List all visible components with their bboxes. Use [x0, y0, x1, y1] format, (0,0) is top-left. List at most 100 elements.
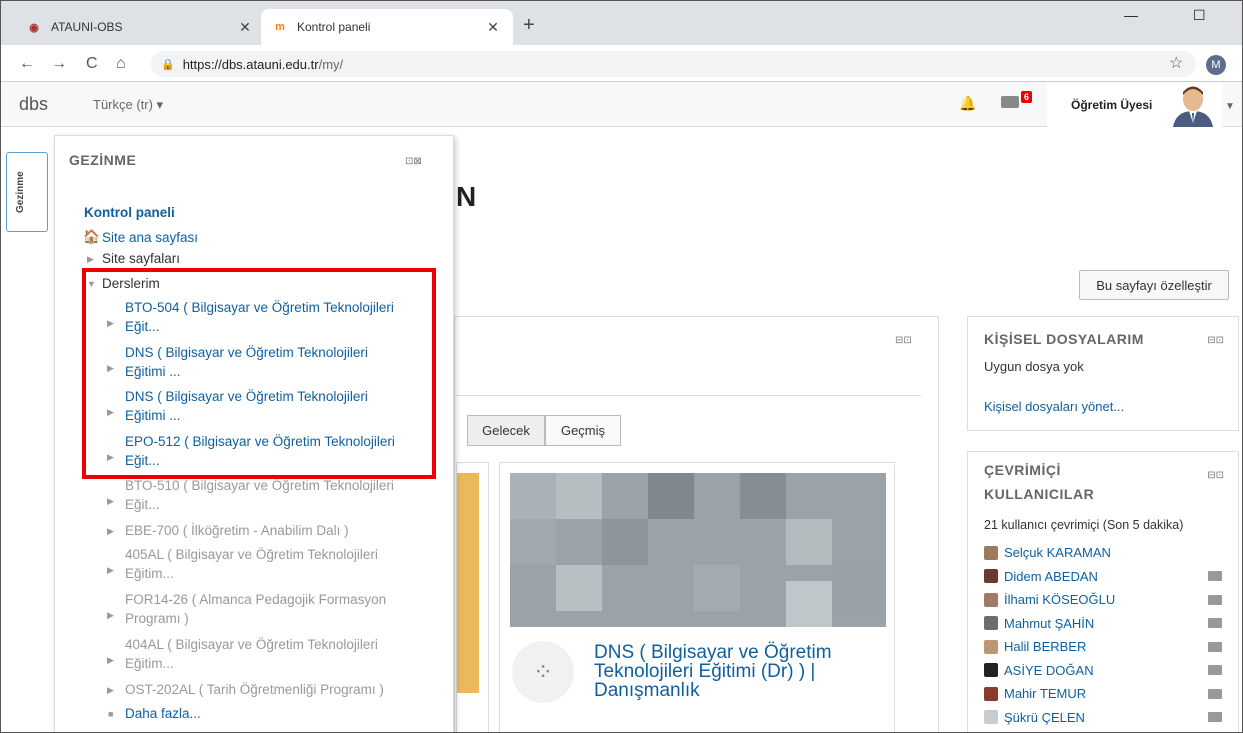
bullet-icon: ■	[108, 709, 114, 719]
lock-icon: 🔒	[161, 58, 175, 71]
list-item[interactable]: Halil BERBER	[984, 635, 1234, 659]
site-brand[interactable]: dbs	[19, 94, 48, 115]
message-icon[interactable]	[1208, 688, 1222, 699]
message-icon[interactable]	[1208, 665, 1222, 676]
user-menu[interactable]: Öğretim Üyesi	[1047, 82, 1222, 127]
language-menu[interactable]: Türkçe (tr) ▾	[93, 97, 163, 113]
block-title: KİŞİSEL DOSYALARIM	[984, 331, 1144, 347]
back-icon[interactable]: ←	[19, 55, 35, 73]
private-files-block: KİŞİSEL DOSYALARIM ⊟⊡ Uygun dosya yok Ki…	[967, 316, 1239, 431]
tab-title: ATAUNI-OBS	[51, 20, 123, 34]
expand-icon[interactable]: ▶	[107, 655, 114, 666]
forward-icon[interactable]: →	[51, 55, 67, 73]
home-icon: 🏠	[83, 229, 100, 244]
nav-course-link[interactable]: BTO-510 ( Bilgisayar ve Öğretim Teknoloj…	[125, 477, 394, 495]
message-icon[interactable]	[1208, 712, 1222, 723]
minimize-icon[interactable]: —	[1124, 7, 1138, 23]
block-controls-icon[interactable]: ⊟⊡	[1207, 335, 1224, 346]
panel-controls-icon[interactable]: ⊡⊠	[405, 156, 422, 167]
nav-course-link[interactable]: FOR14-26 ( Almanca Pedagojik Formasyon	[125, 591, 386, 609]
messages-icon[interactable]	[1001, 96, 1019, 108]
list-item[interactable]: Mahir TEMUR	[984, 682, 1234, 706]
user-name: Selçuk KARAMAN	[1004, 545, 1111, 561]
nav-course-link-line2[interactable]: Eğit...	[125, 496, 160, 514]
user-avatar-icon	[984, 616, 998, 631]
user-name: Şükrü ÇELEN	[1004, 709, 1085, 725]
nav-course-link-line2[interactable]: Eğitim...	[125, 565, 174, 583]
url-host: https://dbs.atauni.edu.tr	[182, 56, 319, 72]
tab-atauni-obs[interactable]: ◉ ATAUNI-OBS ✕	[15, 9, 265, 45]
reload-icon[interactable]: C	[86, 55, 98, 73]
nav-course-link-line2[interactable]: Eğitim...	[125, 655, 174, 673]
list-item[interactable]: Şükrü ÇELEN	[984, 706, 1234, 730]
tab-past[interactable]: Geçmiş	[545, 415, 621, 446]
profile-avatar[interactable]: M	[1206, 55, 1226, 75]
user-avatar-icon	[984, 663, 998, 678]
expand-icon[interactable]: ▶	[107, 565, 114, 576]
nav-course-link[interactable]: EBE-700 ( İlköğretim - Anabilim Dalı )	[125, 522, 349, 540]
home-icon[interactable]: ⌂	[116, 55, 126, 73]
block-controls-icon[interactable]: ⊟⊡	[895, 335, 912, 346]
close-icon[interactable]: ✕	[485, 19, 501, 36]
user-avatar-icon	[984, 545, 998, 560]
user-name: Öğretim Üyesi	[1071, 97, 1153, 112]
nav-course-link[interactable]: OST-202AL ( Tarih Öğretmenliği Programı …	[125, 681, 384, 699]
close-icon[interactable]: ✕	[237, 19, 253, 36]
online-summary: 21 kullanıcı çevrimiçi (Son 5 dakika)	[984, 518, 1184, 532]
notification-bell-icon[interactable]: 🔔	[959, 95, 976, 112]
user-avatar-icon	[984, 569, 998, 584]
expand-icon[interactable]: ▶	[107, 685, 114, 696]
new-tab-icon[interactable]: +	[523, 14, 535, 37]
user-avatar-icon	[984, 710, 998, 725]
chevron-down-icon[interactable]: ▼	[1225, 101, 1235, 112]
online-users-block: ÇEVRİMİÇİ KULLANICILAR ⊟⊡ 21 kullanıcı ç…	[967, 451, 1239, 732]
list-item[interactable]: İlhami KÖSEOĞLU	[984, 588, 1234, 612]
navigation-drawer-tab[interactable]: Gezinme	[6, 152, 48, 232]
nav-site-home-link[interactable]: Site ana sayfası	[102, 229, 198, 247]
empty-message: Uygun dosya yok	[984, 359, 1084, 374]
atauni-logo-icon: ◉	[29, 21, 39, 34]
nav-more-link[interactable]: Daha fazla...	[125, 705, 201, 723]
course-image	[510, 473, 886, 627]
message-icon[interactable]	[1208, 571, 1222, 582]
user-name: İlhami KÖSEOĞLU	[1004, 592, 1116, 608]
url-path: /my/	[318, 56, 344, 72]
user-avatar-icon	[984, 686, 998, 701]
user-name: Halil BERBER	[1004, 639, 1087, 655]
message-icon[interactable]	[1208, 594, 1222, 605]
nav-course-link[interactable]: 404AL ( Bilgisayar ve Öğretim Teknolojil…	[125, 636, 378, 654]
customize-page-button[interactable]: Bu sayfayı özelleştir	[1079, 270, 1229, 300]
course-card[interactable]	[456, 462, 489, 732]
expand-icon[interactable]: ▶	[107, 526, 114, 537]
block-title: ÇEVRİMİÇİ	[984, 462, 1061, 478]
manage-files-link[interactable]: Kişisel dosyaları yönet...	[984, 399, 1124, 414]
user-avatar-icon	[1168, 82, 1218, 127]
nav-dashboard-link[interactable]: Kontrol paneli	[84, 204, 175, 222]
block-controls-icon[interactable]: ⊟⊡	[1207, 470, 1224, 481]
page-title: N	[456, 181, 477, 212]
user-name: Mahmut ŞAHİN	[1004, 615, 1095, 631]
bookmark-star-icon[interactable]: ☆	[1169, 53, 1183, 73]
browser-window: ◉ ATAUNI-OBS ✕ m Kontrol paneli ✕ + — ☐ …	[0, 0, 1243, 733]
block-title-line2: KULLANICILAR	[984, 486, 1095, 502]
course-card[interactable]: ⁘ DNS ( Bilgisayar ve Öğretim Teknolojil…	[499, 462, 895, 732]
tab-future[interactable]: Gelecek	[467, 415, 545, 446]
nav-site-pages[interactable]: Site sayfaları	[102, 250, 180, 268]
nav-course-link[interactable]: 405AL ( Bilgisayar ve Öğretim Teknolojil…	[125, 546, 378, 564]
url-bar[interactable]: 🔒 https://dbs.atauni.edu.tr /my/	[151, 51, 1196, 77]
expand-icon[interactable]: ▶	[107, 496, 114, 507]
nav-course-link-line2[interactable]: Programı )	[125, 610, 189, 628]
list-item[interactable]: ASİYE DOĞAN	[984, 659, 1234, 683]
expand-icon[interactable]: ▶	[107, 610, 114, 621]
list-item[interactable]: Didem ABEDAN	[984, 565, 1234, 589]
drawer-tab-label: Gezinme	[15, 171, 26, 213]
address-row: ← → C ⌂ 🔒 https://dbs.atauni.edu.tr /my/	[1, 45, 1242, 82]
list-item[interactable]: Mahmut ŞAHİN	[984, 612, 1234, 636]
course-title-link[interactable]: DNS ( Bilgisayar ve Öğretim Teknolojiler…	[594, 643, 884, 700]
maximize-icon[interactable]: ☐	[1193, 7, 1206, 24]
list-item[interactable]: Selçuk KARAMAN	[984, 541, 1234, 565]
message-icon[interactable]	[1208, 641, 1222, 652]
tab-kontrol-paneli[interactable]: m Kontrol paneli ✕	[261, 9, 513, 45]
message-icon[interactable]	[1208, 618, 1222, 629]
expand-icon[interactable]: ▶	[87, 254, 94, 265]
